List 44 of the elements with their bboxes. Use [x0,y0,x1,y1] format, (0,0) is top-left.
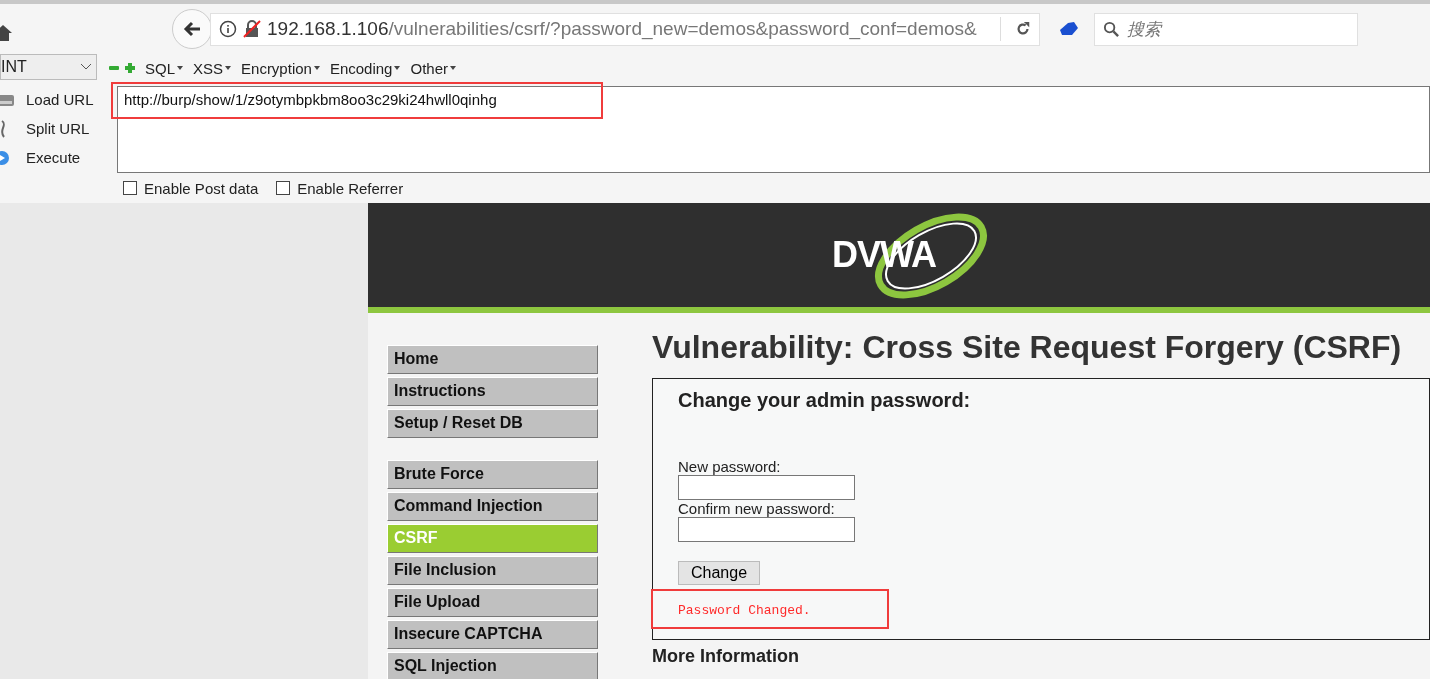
field-label: Confirm new password: [678,500,836,517]
menu-item[interactable]: SQL Injection [387,652,598,679]
menu-item[interactable]: Brute Force [387,460,598,489]
checkbox-label[interactable]: Enable Referrer [297,179,404,197]
address-bar[interactable]: 192.168.1.106/vulnerabilities/csrf/?password_new=demos&password_conf=demos& [210,12,1040,46]
menu-item[interactable]: Insecure CAPTCHA [387,620,598,649]
load-button[interactable]: Load URL [16,91,94,108]
section-heading: More Information [652,646,800,667]
status-message: Password Changed. [678,603,811,618]
field-label: New password: [678,458,782,475]
back-button[interactable] [172,9,212,49]
minus-icon[interactable] [109,63,119,73]
password-field[interactable] [678,517,855,542]
plus-icon[interactable] [125,63,135,73]
home-icon[interactable] [0,25,12,41]
menu-item[interactable]: Command Injection [387,492,598,521]
menu-button[interactable]: SQL [145,59,183,77]
menu-button[interactable]: Other [410,59,456,77]
lock-icon[interactable] [243,20,261,38]
chevron-icon [80,63,92,71]
checkbox-label[interactable]: Enable Post data [144,179,259,197]
execute-button[interactable]: Execute [16,149,81,166]
password-field[interactable] [678,475,855,500]
menu-item[interactable]: Setup / Reset DB [387,409,598,438]
encoding-dropdown[interactable]: INT [0,54,97,80]
info-icon[interactable] [219,20,237,38]
checkbox[interactable] [123,181,137,195]
menu-item[interactable]: Home [387,345,598,374]
menu-button[interactable]: Encoding [329,59,401,77]
split-button[interactable]: Split URL [16,120,90,137]
menu-button[interactable]: XSS [193,59,232,77]
search-field[interactable]: 搜索 [1094,12,1358,46]
page-title: Vulnerability: Cross Site Request Forgery (CSRF) [652,329,1403,366]
checkbox[interactable] [276,181,291,195]
back-arrow-icon [182,19,202,39]
change-button[interactable]: Change [678,561,761,585]
menu-button[interactable]: Encryption [241,59,320,77]
menu-item[interactable]: File Upload [387,588,598,617]
menu-item[interactable]: Instructions [387,377,598,406]
form-heading: Change your admin password: [678,389,972,412]
url-text: http://burp/show/1/z9otymbpkbm8oo3c29ki24hwll0qinhg [124,91,497,108]
extension-icon[interactable] [1058,20,1080,38]
menu-item[interactable]: File Inclusion [387,556,598,585]
reload-icon[interactable] [1015,21,1031,37]
